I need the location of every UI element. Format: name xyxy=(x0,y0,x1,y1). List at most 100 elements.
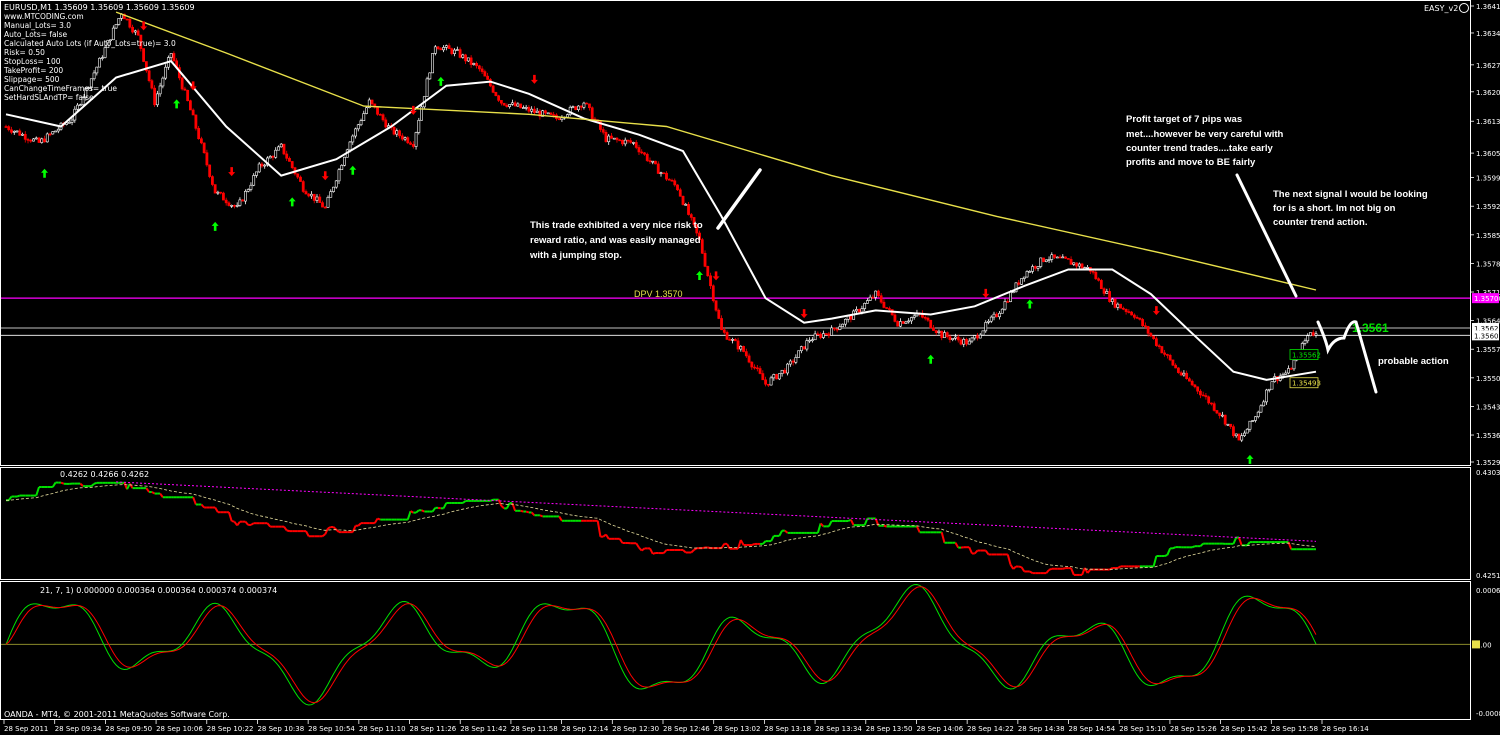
candle-body xyxy=(1132,314,1136,318)
candle-body xyxy=(711,285,715,302)
candle-body xyxy=(365,107,368,114)
candle-body xyxy=(158,85,162,95)
candle-body xyxy=(970,337,974,342)
candle-body xyxy=(665,172,668,180)
candle-body xyxy=(494,92,498,97)
candle-body xyxy=(288,158,291,162)
candle-body xyxy=(1149,333,1153,337)
candle-body xyxy=(117,18,121,25)
candle-body xyxy=(838,326,842,330)
candle-body xyxy=(1311,332,1315,336)
profit-note-line: met....however be very careful with xyxy=(1126,129,1284,140)
candle-body xyxy=(161,77,165,87)
candle-body xyxy=(329,191,333,198)
candle-body xyxy=(1243,432,1246,436)
chart-canvas: 1.355621.35493 0.43030.4251 0.000690.00-… xyxy=(0,0,1500,733)
candle-body xyxy=(1075,262,1078,267)
candle-body xyxy=(1138,317,1142,320)
candle-body xyxy=(76,104,79,110)
candle-body xyxy=(1006,301,1010,303)
candle-body xyxy=(1196,386,1200,392)
candle-body xyxy=(717,309,721,319)
candle-body xyxy=(769,377,773,386)
candle-body xyxy=(1154,338,1158,346)
candle-body xyxy=(1020,278,1023,285)
time-tick-label: 28 Sep 15:58 xyxy=(1271,725,1318,733)
candle-body xyxy=(1182,372,1186,376)
candle-body xyxy=(874,290,878,298)
candle-body xyxy=(128,19,132,28)
time-tick-label: 28 Sep 14:22 xyxy=(967,725,1014,733)
candle-body xyxy=(877,290,880,297)
candle-body xyxy=(912,315,916,318)
candle-body xyxy=(392,126,396,135)
candle-body xyxy=(1188,378,1191,382)
candle-body xyxy=(1287,368,1290,374)
candle-body xyxy=(469,57,473,65)
candle-body xyxy=(1163,352,1167,355)
axis-tick-label: 1.35855 xyxy=(1476,232,1500,240)
candle-body xyxy=(637,147,641,153)
candle-body xyxy=(1165,354,1169,356)
candle-body xyxy=(777,373,781,380)
time-tick-label: 28 Sep 14:54 xyxy=(1069,725,1116,733)
candle-body xyxy=(131,26,134,33)
candle-body xyxy=(219,191,223,194)
candle-body xyxy=(409,142,412,145)
osc1-segment xyxy=(883,524,887,528)
indicator1-header: 0.4262 0.4266 0.4262 xyxy=(60,470,149,479)
candle-body xyxy=(299,176,302,182)
candle-body xyxy=(450,48,454,54)
time-tick-label: 28 Sep 13:34 xyxy=(815,725,862,733)
candle-body xyxy=(1259,405,1263,413)
stop-label: 1.35562 xyxy=(1289,349,1321,360)
candle-body xyxy=(816,333,820,336)
candle-body xyxy=(1110,298,1114,302)
trade-note-line: with a jumping stop. xyxy=(529,250,622,261)
candle-body xyxy=(282,143,286,155)
candle-body xyxy=(544,110,547,114)
candle-body xyxy=(1234,433,1238,437)
candle-body xyxy=(932,327,935,331)
candle-body xyxy=(654,160,657,165)
candle-body xyxy=(607,135,611,143)
candle-body xyxy=(956,336,960,341)
candle-body xyxy=(659,172,663,175)
candle-body xyxy=(780,369,784,374)
candle-body xyxy=(764,379,767,385)
candle-body xyxy=(1201,394,1205,397)
candle-body xyxy=(458,49,462,58)
candle-body xyxy=(172,53,176,62)
candle-body xyxy=(612,137,616,140)
candle-body xyxy=(799,346,803,352)
time-axis: 28 Sep 2011 28 Sep 09:34 28 Sep 09:50 28 Se… xyxy=(3,720,1369,733)
candle-body xyxy=(1083,267,1087,269)
candle-body xyxy=(208,164,212,177)
osc1-segment xyxy=(1048,567,1053,571)
candle-body xyxy=(758,368,762,374)
candle-body xyxy=(95,66,99,74)
candle-body xyxy=(813,333,817,341)
candle-body xyxy=(959,339,963,345)
candle-body xyxy=(1066,258,1070,260)
candle-body xyxy=(731,339,734,341)
candle-body xyxy=(1168,355,1172,361)
candle-body xyxy=(720,318,723,331)
candle-body xyxy=(808,339,812,342)
candle-body xyxy=(1042,257,1045,262)
candle-body xyxy=(601,129,605,133)
candle-body xyxy=(147,70,151,81)
candle-body xyxy=(1108,291,1111,302)
candle-body xyxy=(615,137,619,141)
candle-body xyxy=(348,141,352,151)
candle-body xyxy=(10,129,13,133)
candle-body xyxy=(1223,414,1227,425)
candle-body xyxy=(461,54,465,58)
candle-body xyxy=(337,169,341,182)
candle-body xyxy=(249,184,253,190)
candle-body xyxy=(574,106,578,110)
candle-body xyxy=(571,106,575,108)
candle-body xyxy=(1248,420,1252,430)
candle-body xyxy=(1064,256,1067,259)
candle-body xyxy=(973,335,977,339)
